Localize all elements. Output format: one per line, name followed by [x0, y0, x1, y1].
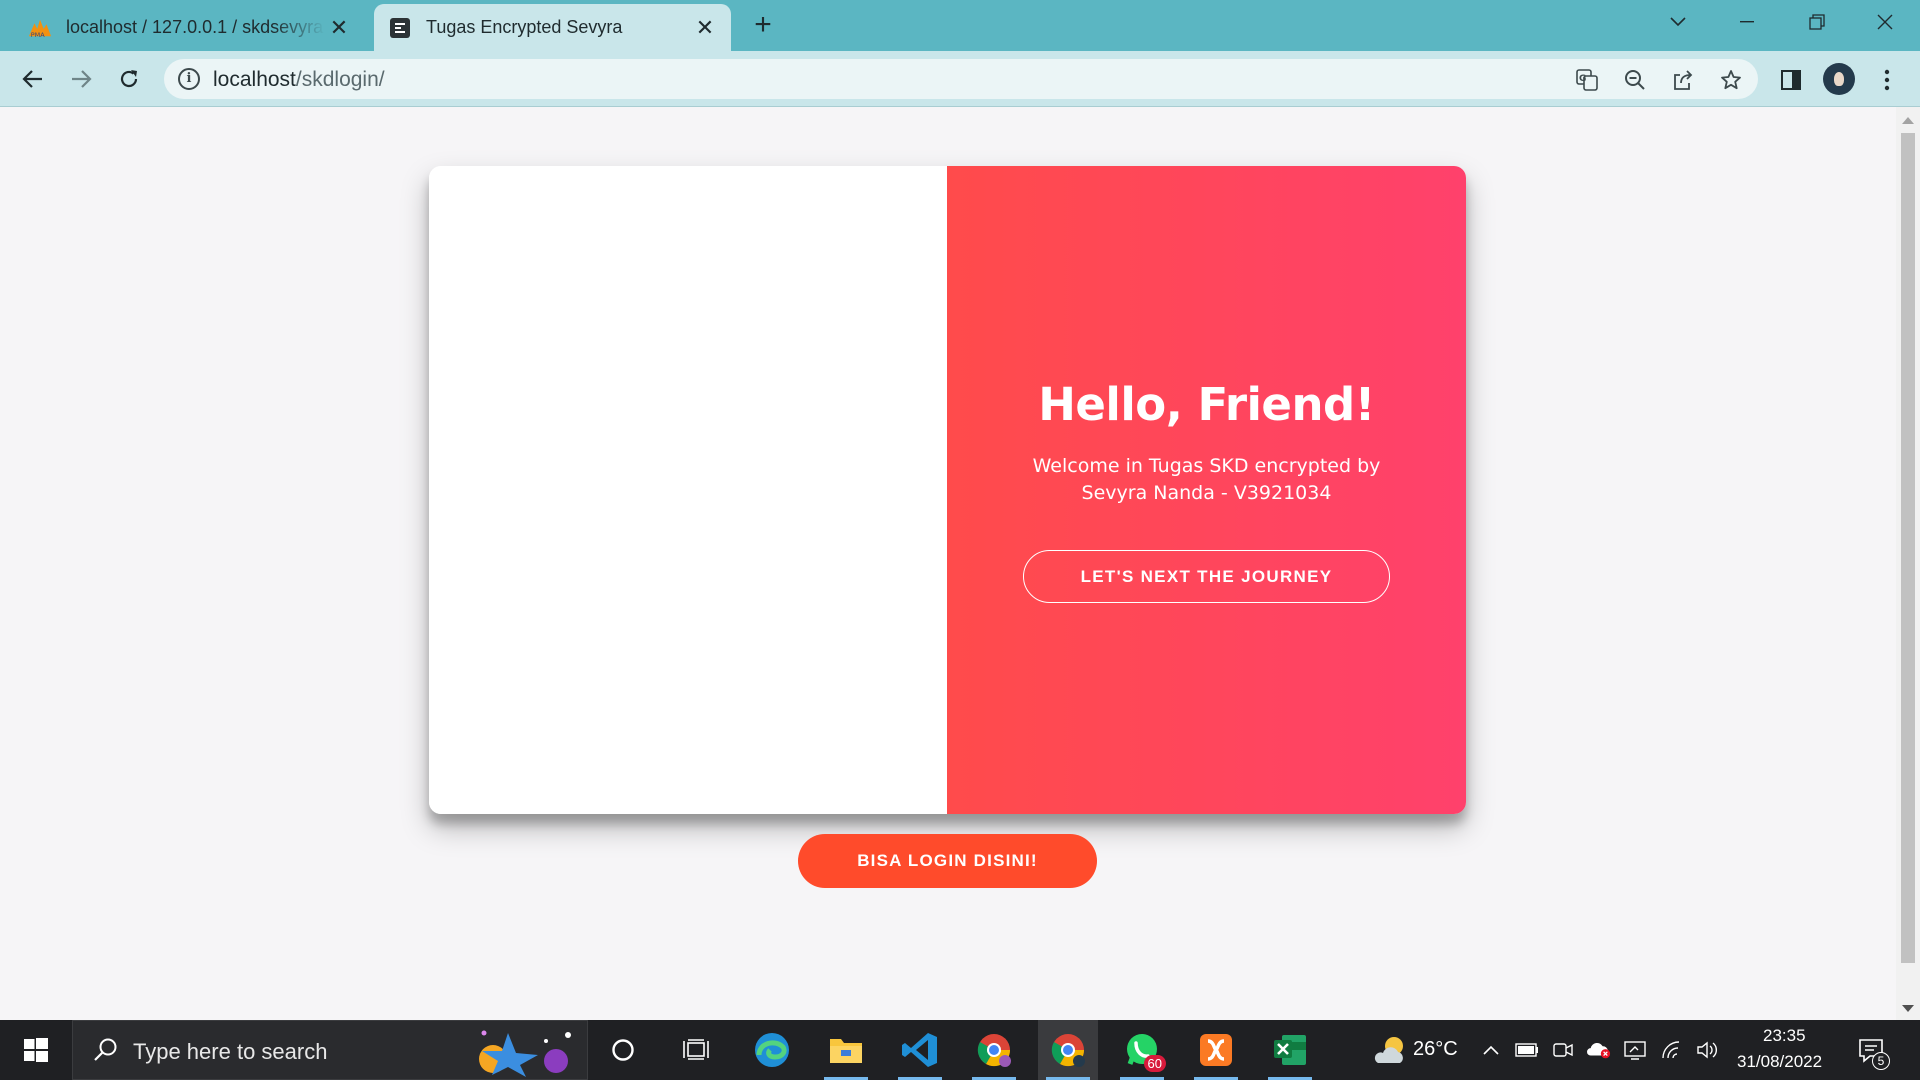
svg-text:PMA: PMA — [31, 31, 45, 39]
address-bar[interactable]: i localhost/skdlogin/ G — [164, 59, 1758, 99]
side-panel-icon[interactable] — [1776, 65, 1806, 95]
overlay-text: Welcome in Tugas SKD encrypted by Sevyra… — [1032, 455, 1381, 504]
login-container: Hello, Friend! Welcome in Tugas SKD encr… — [429, 166, 1466, 814]
reload-icon[interactable] — [112, 63, 146, 95]
svg-text:G: G — [1579, 74, 1586, 84]
notifications-icon[interactable]: 5 — [1856, 1036, 1890, 1070]
onedrive-error-icon[interactable] — [1587, 1038, 1611, 1062]
task-view-icon[interactable] — [666, 1020, 726, 1080]
taskbar-search-box[interactable]: Type here to search — [72, 1020, 588, 1080]
show-hidden-icons-icon[interactable] — [1479, 1038, 1503, 1062]
search-icon — [93, 1037, 119, 1068]
tab-title: Tugas Encrypted Sevyra — [426, 17, 623, 37]
scroll-up-icon[interactable] — [1902, 117, 1914, 124]
display-icon[interactable] — [1623, 1038, 1647, 1062]
weather-icon[interactable] — [1370, 1034, 1410, 1066]
edge-icon[interactable] — [742, 1020, 802, 1080]
tab-phpmyadmin[interactable]: PMA localhost / 127.0.0.1 / skdsevyra / … — [0, 4, 365, 51]
scroll-down-icon[interactable] — [1902, 1005, 1914, 1012]
overlay-heading: Hello, Friend! — [1038, 378, 1375, 431]
site-info-icon[interactable]: i — [178, 68, 200, 90]
cortana-icon[interactable] — [593, 1020, 653, 1080]
profile-avatar[interactable] — [1823, 63, 1855, 95]
page-viewport: Hello, Friend! Welcome in Tugas SKD encr… — [0, 107, 1896, 1020]
tab-title: localhost / 127.0.0.1 / skdsevyra / — [66, 17, 325, 37]
excel-icon[interactable] — [1260, 1020, 1320, 1080]
windows-start-icon[interactable] — [0, 1020, 72, 1080]
minimize-icon[interactable] — [1720, 0, 1774, 44]
back-icon[interactable] — [16, 63, 50, 95]
scroll-thumb[interactable] — [1901, 133, 1915, 963]
whatsapp-icon[interactable]: 60 — [1112, 1020, 1172, 1080]
weather-temperature[interactable]: 26°C — [1413, 1038, 1458, 1061]
page-scrollbar[interactable] — [1896, 107, 1920, 1020]
translate-icon[interactable]: G — [1572, 65, 1602, 95]
login-here-button[interactable]: BISA LOGIN DISINI! — [798, 834, 1097, 888]
browser-toolbar: i localhost/skdlogin/ G — [0, 51, 1920, 107]
close-tab-icon[interactable]: ✕ — [691, 14, 719, 42]
phpmyadmin-icon: PMA — [28, 16, 52, 40]
close-tab-icon[interactable]: ✕ — [325, 14, 353, 42]
search-placeholder: Type here to search — [133, 1039, 328, 1064]
tab-search-icon[interactable] — [1651, 0, 1705, 44]
chrome-icon[interactable] — [1038, 1020, 1098, 1080]
chrome-profile-icon[interactable] — [964, 1020, 1024, 1080]
new-tab-icon[interactable]: + — [748, 10, 778, 41]
form-panel — [429, 166, 947, 814]
wifi-icon[interactable] — [1659, 1038, 1683, 1062]
xampp-icon[interactable] — [1186, 1020, 1246, 1080]
menu-kebab-icon[interactable] — [1872, 65, 1902, 95]
clock-date[interactable]: 31/08/2022 — [1737, 1052, 1822, 1072]
bookmark-star-icon[interactable] — [1716, 65, 1746, 95]
tab-tugas-encrypted[interactable]: Tugas Encrypted Sevyra ✕ — [374, 4, 731, 51]
file-explorer-icon[interactable] — [816, 1020, 876, 1080]
battery-icon[interactable] — [1515, 1038, 1539, 1062]
restore-icon[interactable] — [1790, 0, 1844, 44]
share-icon[interactable] — [1668, 65, 1698, 95]
overlay-panel: Hello, Friend! Welcome in Tugas SKD encr… — [947, 166, 1466, 814]
notification-count: 5 — [1872, 1052, 1890, 1070]
whatsapp-badge: 60 — [1143, 1055, 1166, 1072]
clock-time[interactable]: 23:35 — [1763, 1026, 1806, 1046]
page-icon — [388, 16, 412, 40]
forward-icon[interactable] — [64, 63, 98, 95]
zoom-out-icon[interactable] — [1620, 65, 1650, 95]
meet-now-icon[interactable] — [1551, 1038, 1575, 1062]
next-journey-button[interactable]: LET'S NEXT THE JOURNEY — [1023, 550, 1390, 603]
vscode-icon[interactable] — [890, 1020, 950, 1080]
search-highlight-illustration — [468, 1025, 583, 1077]
windows-taskbar: Type here to search 60 26°C 23:35 31/08/… — [0, 1020, 1920, 1080]
tab-strip: PMA localhost / 127.0.0.1 / skdsevyra / … — [0, 0, 1920, 51]
close-window-icon[interactable] — [1858, 0, 1912, 44]
url-text: localhost/skdlogin/ — [213, 68, 385, 91]
volume-icon[interactable] — [1695, 1038, 1719, 1062]
